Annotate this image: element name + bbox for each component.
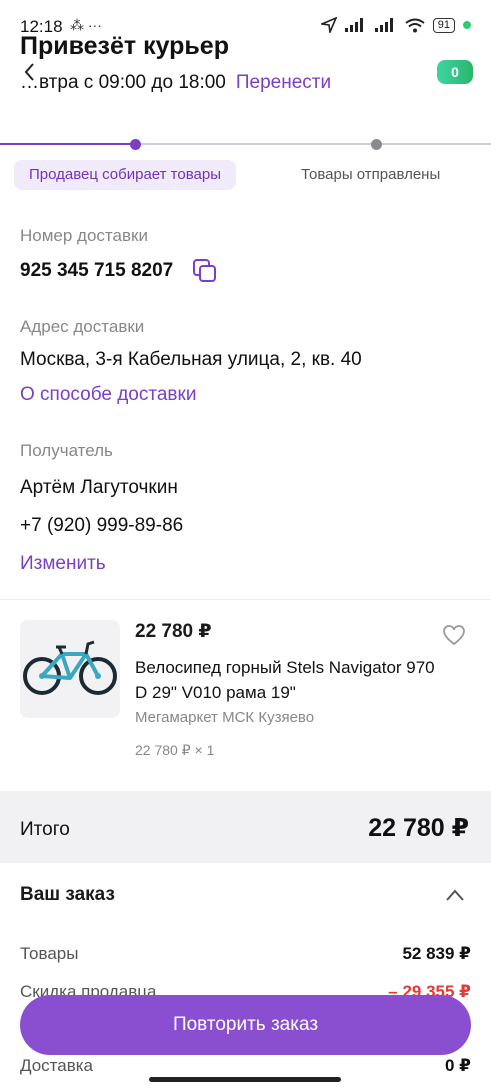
- signal-icon: [344, 18, 363, 32]
- delivery-cost-label: Доставка: [20, 1056, 94, 1075]
- total-section: Итого 22 780 ₽: [0, 791, 491, 863]
- location-icon: [320, 17, 337, 33]
- delivery-progress: [0, 136, 491, 152]
- tracking-number: 925 345 715 8207: [20, 260, 174, 281]
- bonus-badge[interactable]: 0: [437, 60, 473, 84]
- step-next-label: Товары отправлены: [301, 166, 441, 183]
- status-right: 91: [320, 17, 471, 33]
- recipient-phone: +7 (920) 999-89-86: [20, 515, 184, 536]
- product-seller[interactable]: Мегамаркет МСК Кузяево: [135, 709, 314, 726]
- page-title: Привезёт курьер: [20, 32, 229, 60]
- address-label: Адрес доставки: [20, 317, 145, 336]
- step-active-label: Продавец собирает товары: [14, 160, 236, 190]
- delivery-time-line: …втра с 09:00 до 18:00 Перенести: [20, 72, 331, 94]
- progress-step-1-dot: [130, 139, 141, 150]
- bicycle-image: [23, 640, 117, 695]
- divider: [0, 599, 491, 600]
- signal-icon-2: [374, 18, 393, 32]
- progress-rest-line: [136, 143, 491, 145]
- product-quantity: 22 780 ₽ × 1: [135, 742, 215, 758]
- delivery-cost-value: 0 ₽: [444, 1056, 471, 1075]
- progress-step-2-dot: [371, 139, 382, 150]
- recipient-name: Артём Лагуточкин: [20, 477, 178, 498]
- tracking-label: Номер доставки: [20, 226, 148, 245]
- privacy-dot-icon: [463, 21, 471, 29]
- address-value: Москва, 3-я Кабельная улица, 2, кв. 40: [20, 349, 362, 370]
- product-image[interactable]: [20, 620, 120, 718]
- product-price: 22 780 ₽: [135, 621, 212, 642]
- copy-icon[interactable]: [192, 258, 218, 284]
- delivery-method-link[interactable]: О способе доставки: [20, 384, 196, 406]
- bonus-badge-value: 0: [451, 64, 459, 80]
- total-label: Итого: [20, 819, 70, 840]
- product-name[interactable]: Велосипед горный Stels Navigator 970 D 2…: [135, 655, 435, 705]
- total-value: 22 780 ₽: [368, 814, 469, 842]
- delivery-window: …втра с 09:00 до 18:00: [20, 72, 226, 93]
- recipient-label: Получатель: [20, 441, 113, 460]
- order-section-title[interactable]: Ваш заказ: [20, 884, 115, 906]
- chevron-up-icon[interactable]: [444, 888, 466, 902]
- edit-recipient-link[interactable]: Изменить: [20, 553, 106, 575]
- goods-label: Товары: [20, 944, 79, 963]
- home-indicator[interactable]: [149, 1077, 341, 1082]
- wifi-icon: [405, 18, 425, 32]
- reschedule-link[interactable]: Перенести: [236, 72, 331, 93]
- heart-icon[interactable]: [442, 624, 466, 646]
- repeat-order-button[interactable]: Повторить заказ: [20, 995, 471, 1055]
- progress-done-line: [0, 143, 136, 145]
- battery-icon: 91: [432, 17, 455, 33]
- goods-value: 52 839 ₽: [402, 944, 471, 963]
